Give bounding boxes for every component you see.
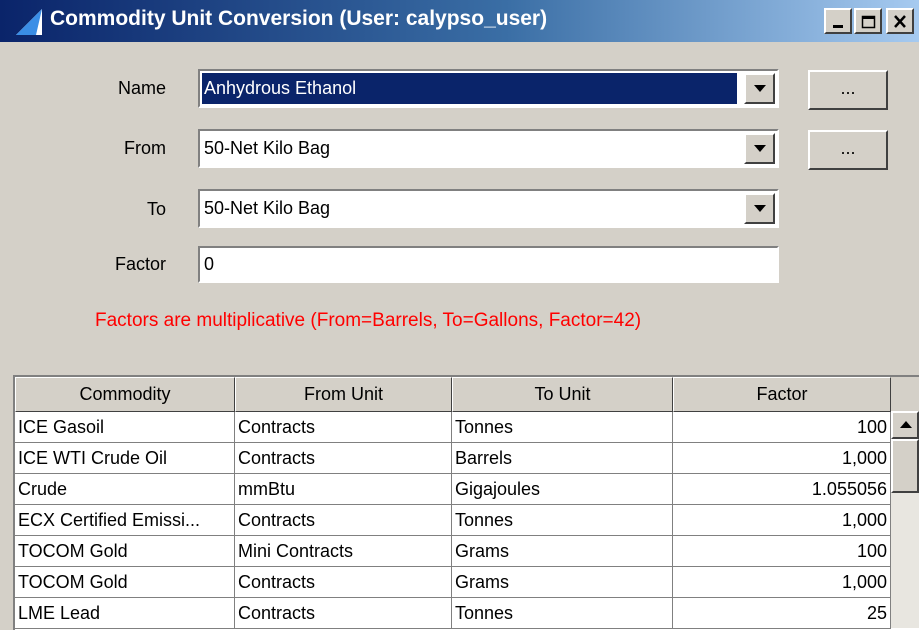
to-label: To [146, 199, 166, 219]
conversion-table[interactable]: Commodity From Unit To Unit Factor ICE G… [13, 375, 919, 630]
cell-factor[interactable]: 1,000 [673, 443, 891, 474]
factor-input[interactable]: 0 [198, 246, 779, 283]
cell-commodity[interactable]: ICE Gasoil [15, 412, 235, 443]
to-dropdown-button[interactable] [744, 193, 775, 224]
chevron-down-icon [754, 145, 766, 152]
cell-to-unit[interactable]: Grams [452, 536, 673, 567]
column-header-from-unit[interactable]: From Unit [235, 377, 452, 412]
chevron-up-icon [900, 421, 912, 428]
cell-from-unit[interactable]: Contracts [235, 412, 452, 443]
cell-factor[interactable]: 1,000 [673, 505, 891, 536]
maximize-icon [861, 15, 876, 29]
minimize-button[interactable] [824, 8, 852, 34]
cell-from-unit[interactable]: Mini Contracts [235, 536, 452, 567]
from-browse-button[interactable]: ... [808, 130, 888, 170]
cell-from-unit[interactable]: Contracts [235, 598, 452, 629]
chevron-down-icon [754, 205, 766, 212]
close-button[interactable] [886, 8, 914, 34]
minimize-icon [833, 25, 843, 28]
cell-factor[interactable]: 1.055056 [673, 474, 891, 505]
cell-to-unit[interactable]: Grams [452, 567, 673, 598]
cell-to-unit[interactable]: Barrels [452, 443, 673, 474]
name-combobox[interactable]: Anhydrous Ethanol [198, 69, 779, 108]
cell-factor[interactable]: 25 [673, 598, 891, 629]
cell-factor[interactable]: 100 [673, 536, 891, 567]
multiplicative-note: Factors are multiplicative (From=Barrels… [95, 310, 642, 331]
cell-from-unit[interactable]: Contracts [235, 567, 452, 598]
factor-label: Factor [114, 254, 166, 274]
cell-from-unit[interactable]: Contracts [235, 505, 452, 536]
column-header-factor[interactable]: Factor [673, 377, 891, 412]
cell-commodity[interactable]: LME Lead [15, 598, 235, 629]
name-value: Anhydrous Ethanol [204, 78, 357, 98]
title-bar[interactable]: Commodity Unit Conversion (User: calypso… [0, 0, 919, 42]
cell-commodity[interactable]: TOCOM Gold [15, 536, 235, 567]
column-header-to-unit[interactable]: To Unit [452, 377, 673, 412]
close-icon [894, 15, 906, 28]
to-value: 50-Net Kilo Bag [204, 198, 331, 218]
name-dropdown-button[interactable] [744, 73, 775, 104]
chevron-down-icon [754, 85, 766, 92]
cell-from-unit[interactable]: mmBtu [235, 474, 452, 505]
header-corner [891, 377, 919, 411]
from-value: 50-Net Kilo Bag [204, 138, 331, 158]
cell-commodity[interactable]: ECX Certified Emissi... [15, 505, 235, 536]
from-dropdown-button[interactable] [744, 133, 775, 164]
factor-value: 0 [204, 254, 215, 274]
from-combobox[interactable]: 50-Net Kilo Bag [198, 129, 779, 168]
cell-commodity[interactable]: Crude [15, 474, 235, 505]
window-title: Commodity Unit Conversion (User: calypso… [50, 7, 548, 30]
cell-to-unit[interactable]: Tonnes [452, 505, 673, 536]
maximize-button[interactable] [854, 8, 882, 34]
from-label: From [124, 138, 166, 158]
cell-to-unit[interactable]: Gigajoules [452, 474, 673, 505]
scroll-up-button[interactable] [891, 411, 919, 439]
cell-factor[interactable]: 1,000 [673, 567, 891, 598]
column-header-commodity[interactable]: Commodity [15, 377, 235, 412]
app-logo-icon [16, 9, 42, 35]
name-label: Name [117, 78, 166, 98]
scroll-thumb[interactable] [891, 439, 919, 493]
cell-to-unit[interactable]: Tonnes [452, 598, 673, 629]
cell-factor[interactable]: 100 [673, 412, 891, 443]
cell-commodity[interactable]: TOCOM Gold [15, 567, 235, 598]
cell-commodity[interactable]: ICE WTI Crude Oil [15, 443, 235, 474]
cell-to-unit[interactable]: Tonnes [452, 412, 673, 443]
to-combobox[interactable]: 50-Net Kilo Bag [198, 189, 779, 228]
name-browse-button[interactable]: ... [808, 70, 888, 110]
cell-from-unit[interactable]: Contracts [235, 443, 452, 474]
table-vertical-scrollbar[interactable] [891, 411, 919, 628]
